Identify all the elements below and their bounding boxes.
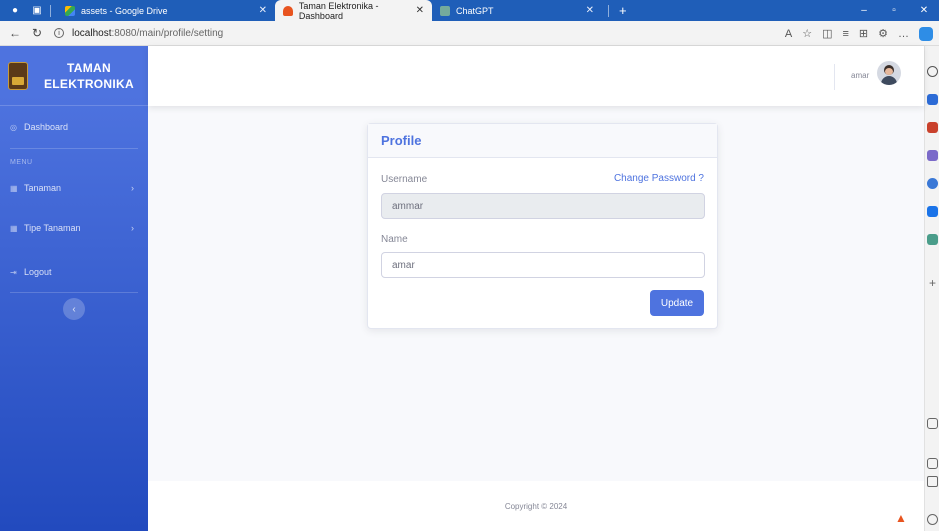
tab-separator xyxy=(608,4,609,17)
user-name[interactable]: amar xyxy=(851,71,869,80)
edge-side-panel: + xyxy=(924,46,939,531)
shopping-icon[interactable] xyxy=(927,122,938,133)
flame-icon xyxy=(283,5,293,16)
info-icon[interactable]: i xyxy=(54,28,64,38)
tab-title: Taman Elektronika - Dashboard xyxy=(298,0,379,21)
sidebar-brand[interactable]: TAMAN ELEKTRONIKA xyxy=(0,46,148,106)
footer: Copyright © 2024 xyxy=(148,481,924,531)
sidebar-toggle-icon[interactable] xyxy=(927,458,938,469)
card-title: Profile xyxy=(368,124,717,158)
url-path: :8080/main/profile/setting xyxy=(111,27,224,39)
workspaces-icon[interactable]: ▣ xyxy=(30,4,44,18)
extensions-icon[interactable]: ⚙ xyxy=(878,27,888,40)
close-window-button[interactable]: ✕ xyxy=(909,0,939,21)
profile-icon[interactable]: ● xyxy=(8,4,22,18)
toolbar-icons: A ☆ ◫ ≡ ⊞ ⚙ … xyxy=(785,21,933,46)
flame-icon[interactable]: ▲ xyxy=(895,511,907,525)
url-field[interactable]: i localhost:8080/main/profile/setting xyxy=(54,28,223,39)
tab-google-drive[interactable]: assets - Google Drive ✕ xyxy=(57,0,275,21)
read-aloud-icon[interactable]: A xyxy=(785,28,792,40)
copilot-icon[interactable] xyxy=(919,26,933,41)
tag-icon[interactable] xyxy=(927,94,938,105)
tab-separator xyxy=(50,4,51,17)
sidebar-item-tipe-tanaman[interactable]: ▦ Tipe Tanaman › xyxy=(0,204,148,252)
sidebar-item-label: Dashboard xyxy=(24,122,69,132)
logout-icon: ⇥ xyxy=(10,267,17,277)
avatar-face xyxy=(885,68,893,75)
brand-line-2: ELEKTRONIKA xyxy=(44,76,134,91)
screenshot-icon[interactable] xyxy=(927,418,938,429)
close-tab-icon[interactable]: ✕ xyxy=(416,5,424,16)
sidebar-item-tanaman[interactable]: ▦ Tanaman › xyxy=(0,172,148,204)
close-tab-icon[interactable]: ✕ xyxy=(259,5,267,16)
people-icon[interactable] xyxy=(927,150,938,161)
name-field[interactable] xyxy=(381,252,705,278)
sidebar: TAMAN ELEKTRONIKA ◎ Dashboard MENU ▦ Tan… xyxy=(0,46,148,531)
address-bar: ← ↻ i localhost:8080/main/profile/settin… xyxy=(0,21,939,46)
name-label: Name xyxy=(381,234,408,245)
sidebar-item-logout[interactable]: ⇥ Logout xyxy=(0,252,148,292)
refresh-icon[interactable]: ↻ xyxy=(26,22,48,44)
sidebar-item-label: Tipe Tanaman xyxy=(24,223,81,233)
topbar: amar xyxy=(148,46,924,106)
search-icon[interactable] xyxy=(927,66,938,77)
update-button[interactable]: Update xyxy=(650,290,704,316)
browser-tab-strip: ● ▣ assets - Google Drive ✕ Taman Elektr… xyxy=(0,0,939,21)
tab-taman-elektronika[interactable]: Taman Elektronika - Dashboard ✕ xyxy=(275,0,432,21)
url-host: localhost xyxy=(72,27,112,39)
minimize-button[interactable]: – xyxy=(849,0,879,21)
tab-chatgpt[interactable]: ChatGPT ✕ xyxy=(432,0,602,21)
sidebar-item-dashboard[interactable]: ◎ Dashboard xyxy=(0,106,148,148)
chevron-right-icon: › xyxy=(131,223,134,233)
username-field[interactable] xyxy=(381,193,705,219)
split-screen-icon[interactable]: ◫ xyxy=(822,27,832,40)
tab-title: assets - Google Drive xyxy=(81,5,168,16)
open-external-icon[interactable] xyxy=(927,476,938,487)
brand-name: TAMAN ELEKTRONIKA xyxy=(44,60,134,92)
username-label: Username xyxy=(381,174,428,185)
topbar-divider xyxy=(834,64,835,90)
profile-card: Profile Username Change Password ? Name … xyxy=(367,123,718,329)
google-drive-icon xyxy=(65,5,75,16)
sidebar-item-label: Logout xyxy=(24,267,52,277)
table-icon: ▦ xyxy=(10,223,18,233)
chevron-right-icon: › xyxy=(131,183,134,193)
favorite-star-icon[interactable]: ☆ xyxy=(802,27,812,40)
brand-line-1: TAMAN xyxy=(67,60,111,75)
copyright-text: Copyright © 2024 xyxy=(504,501,568,511)
more-icon[interactable]: … xyxy=(898,28,909,40)
close-tab-icon[interactable]: ✕ xyxy=(586,5,594,16)
favorites-icon[interactable]: ≡ xyxy=(842,28,848,40)
tab-title: ChatGPT xyxy=(456,5,494,16)
sidebar-toggle-button[interactable]: ‹ xyxy=(63,298,85,320)
new-tab-button[interactable]: + xyxy=(615,0,631,21)
table-icon: ▦ xyxy=(10,183,18,193)
sidebar-item-label: Tanaman xyxy=(24,183,62,193)
dashboard-icon: ◎ xyxy=(10,122,17,132)
collections-icon[interactable]: ⊞ xyxy=(859,27,868,40)
sidebar-heading: MENU xyxy=(10,159,33,166)
games-icon[interactable] xyxy=(927,234,938,245)
change-password-link[interactable]: Change Password ? xyxy=(614,173,704,184)
settings-gear-icon[interactable] xyxy=(927,514,938,525)
avatar-body xyxy=(881,76,897,85)
copilot-icon[interactable] xyxy=(927,178,938,189)
back-icon[interactable]: ← xyxy=(4,22,26,44)
outlook-icon[interactable] xyxy=(927,206,938,217)
avatar[interactable] xyxy=(877,61,901,85)
add-icon[interactable]: + xyxy=(927,277,938,289)
brand-logo xyxy=(8,61,28,90)
restore-button[interactable]: ▫ xyxy=(879,0,909,21)
sidebar-divider xyxy=(10,292,138,293)
chatgpt-icon xyxy=(440,5,450,16)
